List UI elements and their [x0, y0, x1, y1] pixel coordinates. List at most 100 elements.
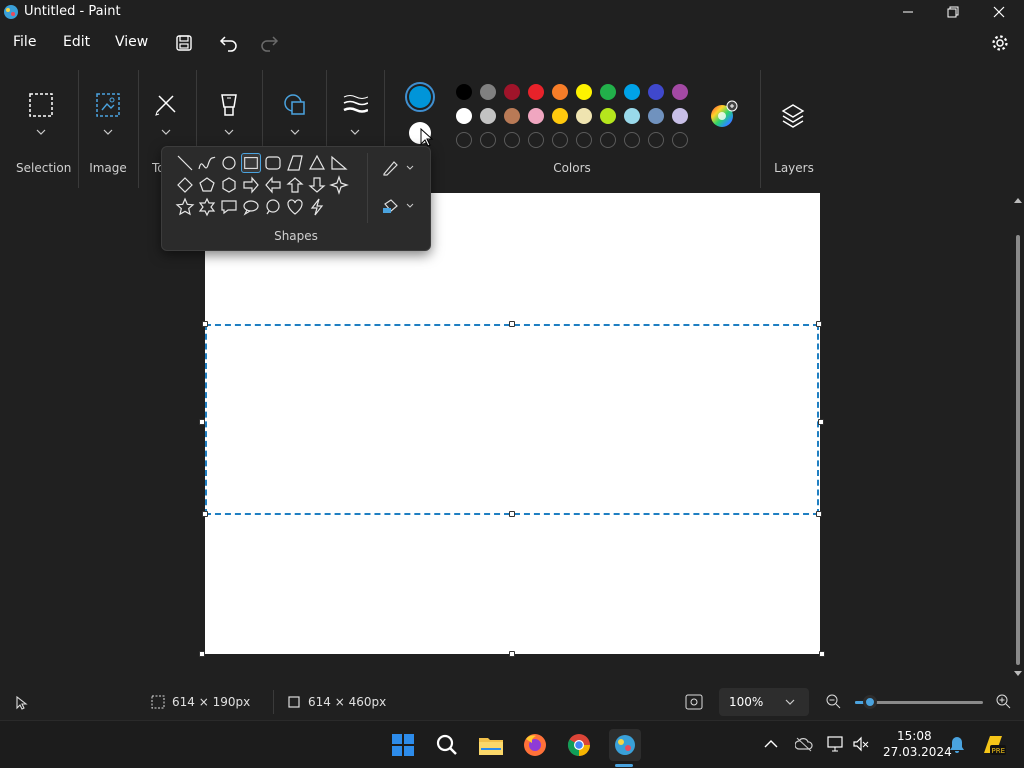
empty-color-slot[interactable]: [624, 132, 640, 148]
chevron-down-icon[interactable]: [224, 129, 234, 135]
four-point-star-shape-button[interactable]: [329, 175, 349, 195]
color-swatch[interactable]: [600, 108, 616, 124]
color-swatch[interactable]: [672, 84, 688, 100]
menu-view[interactable]: View: [115, 34, 148, 50]
color-swatch[interactable]: [528, 84, 544, 100]
color-swatch[interactable]: [672, 108, 688, 124]
triangle-shape-button[interactable]: [307, 153, 327, 173]
chevron-down-icon[interactable]: [161, 129, 171, 135]
image-tool-button[interactable]: [95, 92, 121, 118]
color-swatch[interactable]: [648, 84, 664, 100]
onedrive-offline-icon[interactable]: [795, 736, 813, 752]
undo-button[interactable]: [215, 30, 243, 56]
empty-color-slot[interactable]: [480, 132, 496, 148]
color-swatch[interactable]: [600, 84, 616, 100]
line-shape-button[interactable]: [175, 153, 195, 173]
zoom-in-icon[interactable]: [996, 694, 1012, 710]
clock-date[interactable]: 27.03.2024: [883, 745, 952, 759]
redo-button[interactable]: [255, 30, 283, 56]
color-swatch[interactable]: [624, 84, 640, 100]
volume-muted-icon[interactable]: [852, 736, 870, 752]
empty-color-slot[interactable]: [552, 132, 568, 148]
color-swatch[interactable]: [480, 84, 496, 100]
color-swatch[interactable]: [576, 108, 592, 124]
pentagon-shape-button[interactable]: [197, 175, 217, 195]
chevron-up-icon[interactable]: [764, 739, 778, 749]
resize-handle[interactable]: [202, 321, 208, 327]
zoom-dropdown[interactable]: 100%: [719, 688, 809, 716]
fit-to-window-icon[interactable]: [685, 694, 703, 710]
shape-selection-rectangle[interactable]: [205, 324, 819, 515]
file-explorer-button[interactable]: [477, 731, 505, 759]
search-button[interactable]: [433, 731, 461, 759]
settings-button[interactable]: [986, 30, 1014, 56]
resize-handle[interactable]: [509, 511, 515, 517]
chevron-down-icon[interactable]: [290, 129, 300, 135]
color-swatch[interactable]: [552, 84, 568, 100]
firefox-button[interactable]: [521, 731, 549, 759]
copilot-pre-icon[interactable]: PRE: [980, 733, 1006, 757]
empty-color-slot[interactable]: [648, 132, 664, 148]
color-swatch[interactable]: [504, 84, 520, 100]
network-icon[interactable]: [827, 736, 845, 752]
canvas-resize-handle[interactable]: [509, 651, 515, 657]
start-button[interactable]: [389, 731, 417, 759]
color-swatch[interactable]: [624, 108, 640, 124]
resize-handle[interactable]: [818, 419, 824, 425]
minimize-button[interactable]: [885, 0, 931, 24]
five-point-star-shape-button[interactable]: [175, 197, 195, 217]
primary-color-swatch[interactable]: [405, 82, 435, 112]
zoom-out-icon[interactable]: [826, 694, 842, 710]
rounded-rectangle-shape-button[interactable]: [263, 153, 283, 173]
vertical-scrollbar[interactable]: [1012, 193, 1024, 683]
down-arrow-shape-button[interactable]: [307, 175, 327, 195]
zoom-slider[interactable]: [855, 695, 983, 709]
color-swatch[interactable]: [456, 84, 472, 100]
canvas-resize-handle[interactable]: [199, 651, 205, 657]
outline-style-dropdown[interactable]: [382, 157, 420, 179]
empty-color-slot[interactable]: [528, 132, 544, 148]
color-swatch[interactable]: [576, 84, 592, 100]
scrollbar-thumb[interactable]: [1016, 235, 1020, 665]
curve-shape-button[interactable]: [197, 153, 217, 173]
left-arrow-shape-button[interactable]: [263, 175, 283, 195]
oval-shape-button[interactable]: [219, 153, 239, 173]
menu-file[interactable]: File: [13, 34, 36, 50]
layers-button[interactable]: [780, 102, 806, 128]
chevron-down-icon[interactable]: [36, 129, 46, 135]
notification-bell-icon[interactable]: [949, 736, 965, 754]
lightning-shape-button[interactable]: [307, 197, 327, 217]
polygon-shape-button[interactable]: [285, 153, 305, 173]
up-arrow-shape-button[interactable]: [285, 175, 305, 195]
close-button[interactable]: [976, 0, 1022, 24]
canvas-resize-handle[interactable]: [819, 651, 825, 657]
fill-style-dropdown[interactable]: [382, 195, 420, 217]
empty-color-slot[interactable]: [600, 132, 616, 148]
empty-color-slot[interactable]: [504, 132, 520, 148]
diamond-shape-button[interactable]: [175, 175, 195, 195]
resize-handle[interactable]: [202, 511, 208, 517]
hexagon-shape-button[interactable]: [219, 175, 239, 195]
resize-handle[interactable]: [199, 419, 205, 425]
restore-button[interactable]: [930, 0, 976, 24]
resize-handle[interactable]: [816, 511, 822, 517]
tools-button[interactable]: [153, 92, 179, 118]
edit-colors-button[interactable]: [708, 100, 738, 130]
color-swatch[interactable]: [480, 108, 496, 124]
resize-handle[interactable]: [816, 321, 822, 327]
empty-color-slot[interactable]: [576, 132, 592, 148]
resize-handle[interactable]: [509, 321, 515, 327]
empty-color-slot[interactable]: [672, 132, 688, 148]
rectangle-shape-button[interactable]: [241, 153, 261, 173]
color-swatch[interactable]: [456, 108, 472, 124]
color-swatch[interactable]: [552, 108, 568, 124]
empty-color-slot[interactable]: [456, 132, 472, 148]
six-point-star-shape-button[interactable]: [197, 197, 217, 217]
menu-edit[interactable]: Edit: [63, 34, 90, 50]
chrome-button[interactable]: [565, 731, 593, 759]
cloud-callout-shape-button[interactable]: [263, 197, 283, 217]
chevron-down-icon[interactable]: [350, 129, 360, 135]
scroll-up-icon[interactable]: [1012, 195, 1024, 205]
color-swatch[interactable]: [504, 108, 520, 124]
oval-callout-shape-button[interactable]: [241, 197, 261, 217]
